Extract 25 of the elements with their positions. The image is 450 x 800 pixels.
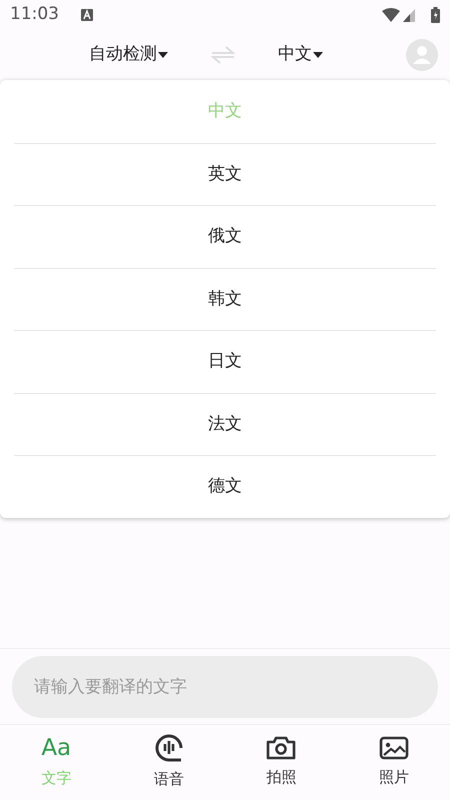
status-time: 11:03	[10, 3, 59, 26]
tab[interactable]: 语音	[112, 725, 225, 800]
language-option[interactable]: 日文	[14, 330, 436, 392]
source-language-dropdown[interactable]: 自动检测	[89, 42, 168, 68]
text-icon: Aa	[41, 735, 72, 762]
language-option[interactable]: 英文	[14, 142, 436, 205]
battery-icon	[431, 7, 440, 23]
language-option[interactable]: 俄文	[14, 205, 436, 268]
avatar-icon[interactable]	[406, 39, 438, 71]
target-language-dropdown[interactable]: 中文	[278, 42, 323, 68]
notification-icon	[81, 9, 93, 21]
tab[interactable]: 拍照	[225, 725, 338, 800]
wifi-icon	[382, 8, 400, 22]
voice-icon	[154, 734, 183, 762]
swap-icon[interactable]	[211, 46, 235, 64]
caret-icon	[313, 52, 323, 58]
language-option[interactable]: 韩文	[14, 268, 436, 330]
language-option[interactable]: 法文	[14, 392, 436, 455]
caret-icon	[158, 52, 168, 58]
text-input-field[interactable]: 请输入要翻译的文字	[12, 656, 438, 718]
signal-icon	[403, 8, 415, 22]
tab[interactable]: 照片	[338, 725, 450, 800]
camera-icon	[266, 736, 296, 760]
image-icon	[378, 736, 409, 760]
language-option[interactable]: 德文	[14, 455, 436, 518]
